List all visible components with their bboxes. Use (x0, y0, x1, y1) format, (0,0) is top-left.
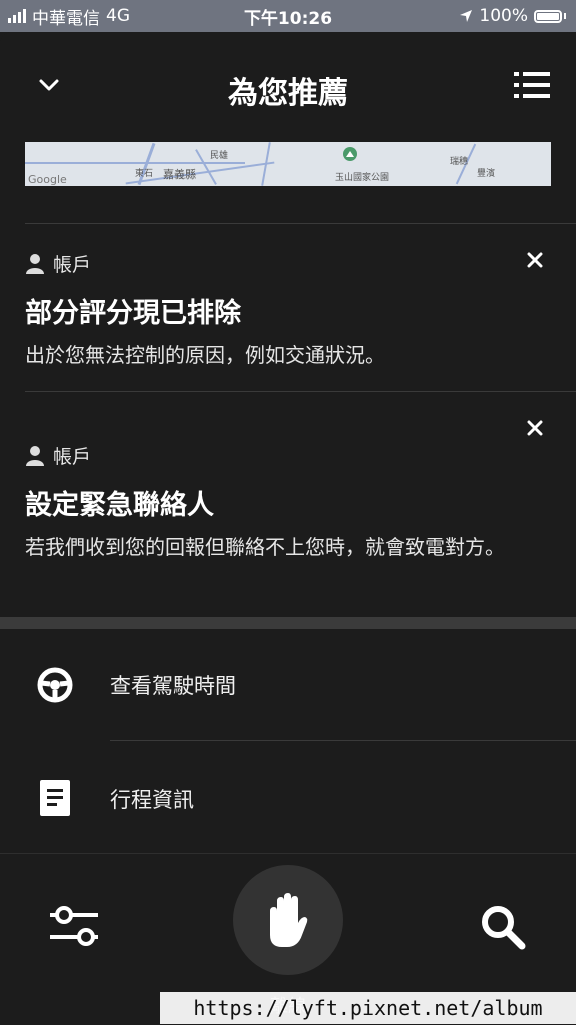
status-left: 中華電信 4G (0, 4, 130, 29)
person-icon (26, 445, 44, 466)
page-title: 為您推薦 (228, 76, 348, 111)
map-preview[interactable]: 東石 嘉義縣 民雄 玉山國家公園 瑞穗 豐濱 Google (25, 142, 551, 186)
card-body: 出於您無法控制的原因，例如交通狀況。 (25, 343, 385, 367)
carrier-label: 中華電信 (32, 8, 100, 29)
list-icon[interactable] (514, 70, 550, 100)
divider (25, 391, 576, 392)
steering-wheel-icon (37, 667, 73, 703)
card-category-label: 帳戶 (53, 446, 92, 468)
divider (25, 223, 576, 224)
status-bar: 中華電信 4G 下午10:26 100% (0, 0, 576, 32)
close-icon[interactable] (527, 252, 543, 268)
card-body: 若我們收到您的回報但聯絡不上您時，就會致電對方。 (25, 535, 505, 559)
header: 為您推薦 (0, 32, 576, 140)
divider (110, 740, 576, 741)
card-title: 設定緊急聯絡人 (25, 490, 214, 521)
battery-icon (534, 9, 562, 23)
search-icon[interactable] (480, 904, 526, 950)
menu-item-driving-time[interactable]: 查看駕駛時間 (0, 630, 576, 740)
map-label: 民雄 (210, 151, 229, 161)
watermark: https://lyft.pixnet.net/album (160, 992, 576, 1024)
google-logo: Google (28, 173, 67, 186)
location-arrow-icon (460, 10, 473, 22)
menu-item-label: 查看駕駛時間 (110, 674, 236, 698)
mountain-icon (343, 147, 357, 161)
map-label: 東石 (135, 169, 154, 179)
battery-label: 100% (479, 6, 528, 26)
status-right: 100% (459, 6, 576, 26)
menu-item-label: 行程資訊 (110, 788, 194, 812)
card-title: 部分評分現已排除 (25, 298, 241, 329)
map-label: 豐濱 (477, 169, 496, 179)
go-online-button[interactable] (233, 865, 343, 975)
recommendation-card[interactable]: 帳戶 設定緊急聯絡人 若我們收到您的回報但聯絡不上您時，就會致電對方。 (25, 442, 551, 564)
document-icon (40, 780, 70, 816)
card-category: 帳戶 (25, 250, 551, 277)
hand-icon (270, 893, 308, 947)
sliders-icon[interactable] (50, 905, 98, 947)
recommendation-card[interactable]: 帳戶 部分評分現已排除 出於您無法控制的原因，例如交通狀況。 (25, 250, 551, 372)
card-category-label: 帳戶 (53, 254, 92, 276)
menu-item-trip-info[interactable]: 行程資訊 (0, 742, 576, 852)
signal-icon (8, 9, 26, 23)
map-label: 瑞穗 (450, 157, 469, 167)
map-label: 嘉義縣 (163, 168, 196, 181)
network-label: 4G (106, 6, 130, 26)
section-separator (0, 617, 576, 629)
close-icon[interactable] (527, 420, 543, 436)
card-category: 帳戶 (25, 442, 551, 469)
person-icon (26, 253, 44, 274)
map-label: 玉山國家公園 (335, 173, 390, 183)
